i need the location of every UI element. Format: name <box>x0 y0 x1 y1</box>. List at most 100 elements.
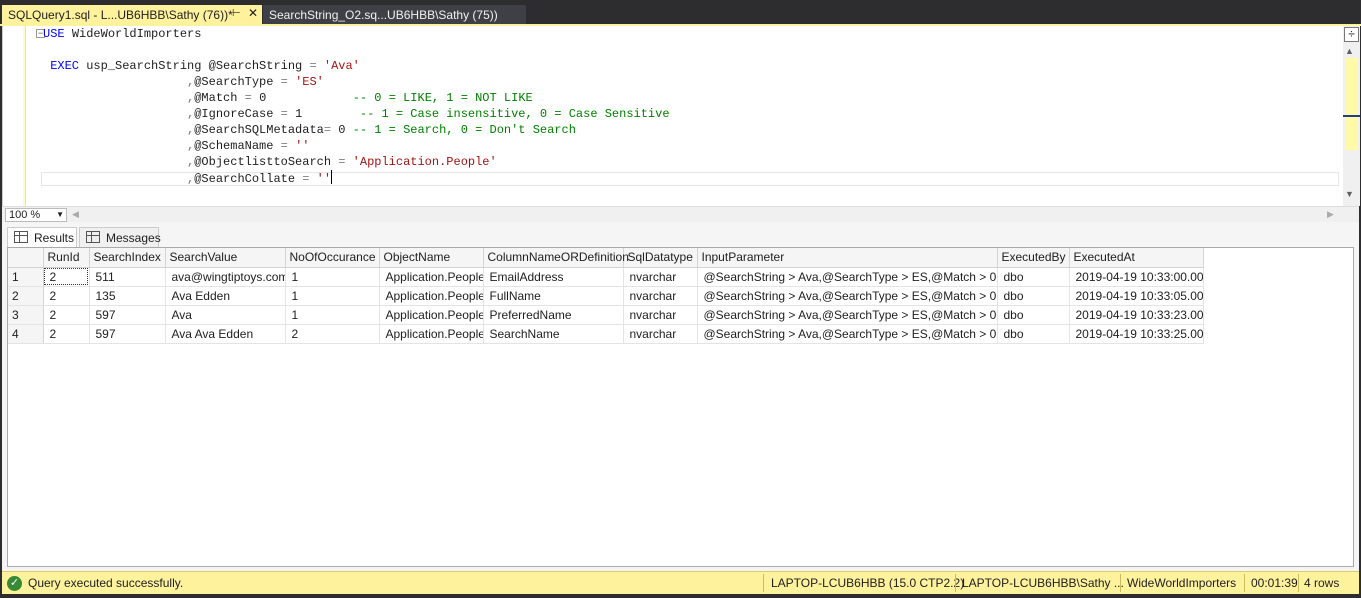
table-cell[interactable]: Application.People <box>379 305 483 324</box>
table-cell[interactable]: @SearchString > Ava,@SearchType > ES,@Ma… <box>697 324 997 343</box>
table-cell[interactable]: Ava Edden <box>165 286 285 305</box>
table-cell[interactable]: dbo <box>997 305 1069 324</box>
table-cell[interactable]: nvarchar <box>623 305 697 324</box>
column-header[interactable]: RunId <box>43 248 89 267</box>
table-cell[interactable]: nvarchar <box>623 267 697 286</box>
table-cell[interactable]: 2 <box>43 286 89 305</box>
code-token: 'Application.People' <box>353 155 497 169</box>
split-icon[interactable]: ÷ <box>1344 27 1359 42</box>
table-cell[interactable]: Ava Ava Edden <box>165 324 285 343</box>
table-row[interactable]: 22135Ava Edden1Application.PeopleFullNam… <box>8 286 1203 305</box>
table-cell[interactable]: 511 <box>89 267 165 286</box>
code-line[interactable]: ,@Match = 0 -- 0 = LIKE, 1 = NOT LIKE <box>43 90 670 106</box>
code-text[interactable]: USE WideWorldImporters EXEC usp_SearchSt… <box>43 26 670 186</box>
code-token: = <box>338 155 352 169</box>
column-header[interactable]: ColumnNameORDefinition <box>483 248 623 267</box>
document-tab-strip: SQLQuery1.sql - L...UB6HBB\Sathy (76))* … <box>0 0 1361 25</box>
code-token: @SearchSQLMetadata <box>194 123 324 137</box>
table-cell[interactable]: 1 <box>285 267 379 286</box>
tab-searchstring[interactable]: SearchString_O2.sq...UB6HBB\Sathy (75)) <box>263 5 526 25</box>
column-header[interactable]: SearchIndex <box>89 248 165 267</box>
tab-sqlquery1[interactable]: SQLQuery1.sql - L...UB6HBB\Sathy (76))* … <box>2 5 262 25</box>
column-header[interactable]: ObjectName <box>379 248 483 267</box>
table-cell[interactable]: Application.People <box>379 267 483 286</box>
table-cell[interactable]: nvarchar <box>623 286 697 305</box>
tab-title: SQLQuery1.sql - L...UB6HBB\Sathy (76))* <box>8 8 233 22</box>
table-cell[interactable]: 2 <box>43 305 89 324</box>
code-line[interactable]: ,@ObjectlisttoSearch = 'Application.Peop… <box>43 154 670 170</box>
scroll-thumb[interactable] <box>1345 58 1358 150</box>
table-cell[interactable]: 2019-04-19 10:33:25.000 <box>1069 324 1203 343</box>
table-cell[interactable]: @SearchString > Ava,@SearchType > ES,@Ma… <box>697 286 997 305</box>
scroll-up-icon[interactable]: ▲ <box>1345 46 1354 56</box>
row-number[interactable]: 2 <box>8 286 43 305</box>
row-number[interactable]: 1 <box>8 267 43 286</box>
code-line[interactable] <box>43 42 670 58</box>
table-cell[interactable]: nvarchar <box>623 324 697 343</box>
code-line[interactable]: EXEC usp_SearchString @SearchString = 'A… <box>43 58 670 74</box>
table-cell[interactable]: EmailAddress <box>483 267 623 286</box>
results-grid[interactable]: RunIdSearchIndexSearchValueNoOfOccurance… <box>7 247 1354 567</box>
code-line[interactable]: ,@SchemaName = '' <box>43 138 670 154</box>
table-row[interactable]: 42597Ava Ava Edden2Application.PeopleSea… <box>8 324 1203 343</box>
pin-icon[interactable]: ⊢ <box>232 8 241 19</box>
table-cell[interactable]: 597 <box>89 305 165 324</box>
close-icon[interactable]: ✕ <box>248 6 258 20</box>
status-divider <box>1244 574 1245 592</box>
table-cell[interactable]: dbo <box>997 324 1069 343</box>
editor-vertical-scrollbar[interactable]: ÷ ▲ ▼ <box>1343 26 1360 206</box>
table-cell[interactable]: 2 <box>285 324 379 343</box>
column-header[interactable]: SearchValue <box>165 248 285 267</box>
code-line[interactable]: ,@IgnoreCase = 1 -- 1 = Case insensitive… <box>43 106 670 122</box>
table-cell[interactable]: @SearchString > Ava,@SearchType > ES,@Ma… <box>697 267 997 286</box>
code-line[interactable]: USE WideWorldImporters <box>43 26 670 42</box>
code-line[interactable]: ,@SearchCollate = '' <box>43 170 670 186</box>
table-cell[interactable]: FullName <box>483 286 623 305</box>
code-token: usp_SearchString @SearchString <box>86 59 309 73</box>
scroll-right-icon[interactable]: ▶ <box>1327 209 1334 220</box>
scroll-left-icon[interactable]: ◀ <box>72 209 79 220</box>
table-cell[interactable]: 1 <box>285 305 379 324</box>
tab-results[interactable]: Results <box>7 227 77 247</box>
column-header[interactable]: NoOfOccurance <box>285 248 379 267</box>
table-cell[interactable]: 135 <box>89 286 165 305</box>
table-cell[interactable]: Application.People <box>379 324 483 343</box>
column-header[interactable]: InputParameter <box>697 248 997 267</box>
query-editor[interactable]: − USE WideWorldImporters EXEC usp_Search… <box>2 26 1359 206</box>
table-row[interactable]: 12511ava@wingtiptoys.com1Application.Peo… <box>8 267 1203 286</box>
zoom-select[interactable]: 100 % ▼ <box>5 208 67 222</box>
table-cell[interactable]: 1 <box>285 286 379 305</box>
chevron-down-icon: ▼ <box>56 209 64 221</box>
status-divider <box>1298 574 1299 592</box>
table-cell[interactable]: dbo <box>997 286 1069 305</box>
table-cell[interactable]: 2019-04-19 10:33:23.000 <box>1069 305 1203 324</box>
code-token: = <box>281 75 295 89</box>
column-header[interactable]: ExecutedBy <box>997 248 1069 267</box>
table-cell[interactable]: dbo <box>997 267 1069 286</box>
column-header[interactable]: SqlDatatype <box>623 248 697 267</box>
table-cell[interactable]: Ava <box>165 305 285 324</box>
table-cell[interactable]: SearchName <box>483 324 623 343</box>
table-cell[interactable]: 2019-04-19 10:33:05.000 <box>1069 286 1203 305</box>
code-token: WideWorldImporters <box>72 27 202 41</box>
table-cell[interactable]: Application.People <box>379 286 483 305</box>
table-cell[interactable]: PreferredName <box>483 305 623 324</box>
table-cell[interactable]: ava@wingtiptoys.com <box>165 267 285 286</box>
results-table[interactable]: RunIdSearchIndexSearchValueNoOfOccurance… <box>8 248 1204 344</box>
table-cell[interactable]: 2019-04-19 10:33:00.000 <box>1069 267 1203 286</box>
table-row[interactable]: 32597Ava1Application.PeoplePreferredName… <box>8 305 1203 324</box>
scroll-down-icon[interactable]: ▼ <box>1345 189 1354 199</box>
table-cell[interactable]: 2 <box>43 267 89 286</box>
row-number[interactable]: 3 <box>8 305 43 324</box>
row-number[interactable]: 4 <box>8 324 43 343</box>
code-line[interactable]: ,@SearchType = 'ES' <box>43 74 670 90</box>
tab-messages[interactable]: Messages <box>79 227 159 247</box>
code-token: '' <box>295 139 309 153</box>
code-token: -- 1 = Case insensitive, 0 = Case Sensit… <box>360 107 670 121</box>
column-header[interactable]: ExecutedAt <box>1069 248 1203 267</box>
table-cell[interactable]: @SearchString > Ava,@SearchType > ES,@Ma… <box>697 305 997 324</box>
table-cell[interactable]: 597 <box>89 324 165 343</box>
code-line[interactable]: ,@SearchSQLMetadata= 0 -- 1 = Search, 0 … <box>43 122 670 138</box>
table-cell[interactable]: 2 <box>43 324 89 343</box>
grid-corner[interactable] <box>8 248 43 267</box>
